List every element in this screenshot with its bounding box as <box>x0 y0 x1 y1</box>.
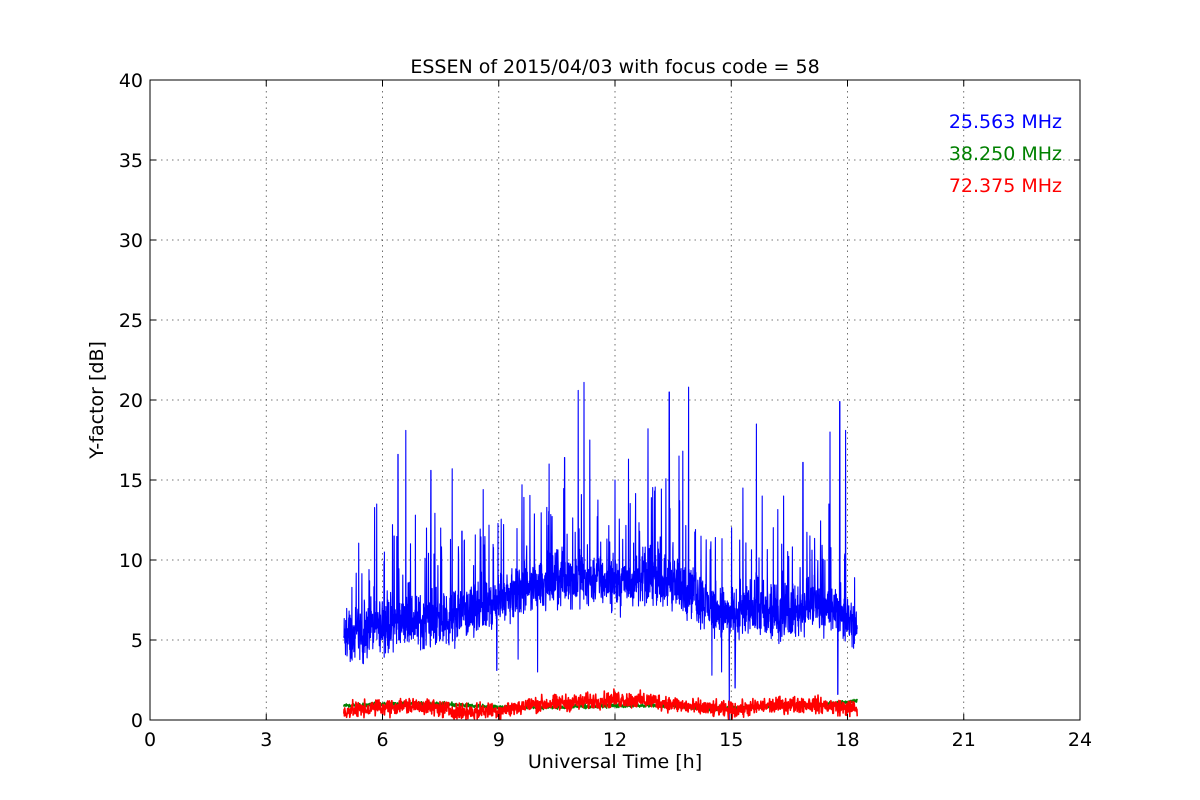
y-axis-label: Y-factor [dB] <box>86 341 108 460</box>
x-tick-label: 12 <box>603 729 627 751</box>
y-tick-label: 40 <box>119 70 143 92</box>
y-tick-label: 5 <box>131 630 143 652</box>
legend-entry: 25.563 MHz <box>949 111 1062 133</box>
y-tick-label: 35 <box>119 150 143 172</box>
x-tick-label: 9 <box>493 729 505 751</box>
x-tick-label: 6 <box>376 729 388 751</box>
line-chart: 0 3 6 9 12 15 18 21 24 0 5 10 15 20 25 30 35 40 ESSEN of… <box>0 0 1200 800</box>
legend: 25.563 MHz 38.250 MHz 72.375 MHz <box>949 111 1062 197</box>
y-tick-label: 25 <box>119 310 143 332</box>
chart-title: ESSEN of 2015/04/03 with focus code = 58 <box>410 56 819 78</box>
x-tick-label: 0 <box>144 729 156 751</box>
x-axis-label: Universal Time [h] <box>528 751 702 773</box>
x-tick-label: 15 <box>719 729 743 751</box>
x-tick-label: 21 <box>952 729 976 751</box>
y-tick-label: 10 <box>119 550 143 572</box>
legend-entry: 72.375 MHz <box>949 175 1062 197</box>
legend-entry: 38.250 MHz <box>949 143 1062 165</box>
y-tick-label: 15 <box>119 470 143 492</box>
x-tick-label: 3 <box>260 729 272 751</box>
x-tick-label: 18 <box>835 729 859 751</box>
y-tick-label: 20 <box>119 390 143 412</box>
y-tick-label: 30 <box>119 230 143 252</box>
x-tick-label: 24 <box>1068 729 1092 751</box>
y-tick-label: 0 <box>131 710 143 732</box>
